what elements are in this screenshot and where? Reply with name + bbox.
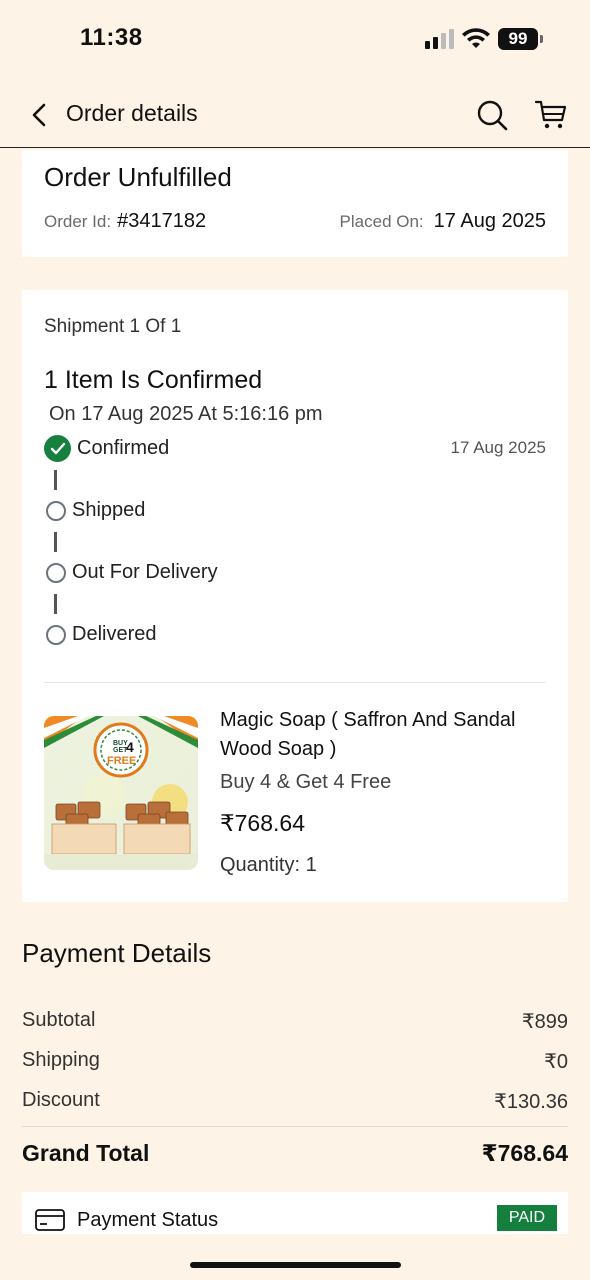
payment-status-label: Payment Status [77, 1209, 219, 1231]
order-id: Order Id: #3417182 [44, 210, 206, 233]
order-summary-card: Order Unfulfilled Order Id: #3417182 Pla… [22, 150, 568, 257]
cellular-signal-icon [425, 29, 454, 49]
divider [22, 1126, 568, 1127]
status-time: 11:38 [80, 24, 143, 51]
app-header: Order details [0, 84, 590, 148]
payment-row-subtotal: Subtotal ₹899 [22, 1009, 568, 1034]
step-label: Shipped [72, 499, 146, 521]
grand-total-label: Grand Total [22, 1140, 150, 1166]
badge-free: FREE [107, 755, 136, 767]
product-quantity: Quantity: 1 [220, 854, 317, 876]
empty-circle-icon [46, 562, 66, 583]
step-confirmed: Confirmed [44, 435, 169, 462]
grand-total-value: ₹768.64 [481, 1140, 568, 1166]
product-image[interactable]: BUY GET 4 FREE [44, 716, 198, 870]
payment-row-value: ₹130.36 [494, 1091, 568, 1113]
step-label: Out For Delivery [72, 561, 218, 583]
empty-circle-icon [46, 500, 66, 521]
search-icon[interactable] [476, 99, 508, 131]
shipment-card: Shipment 1 Of 1 1 Item Is Confirmed On 1… [22, 290, 568, 902]
payment-row-discount: Discount ₹130.36 [22, 1089, 568, 1114]
step-label: Delivered [72, 623, 157, 645]
credit-card-icon [35, 1209, 65, 1231]
product-price: ₹768.64 [220, 810, 305, 836]
payment-row-value: ₹899 [521, 1011, 568, 1033]
payment-details-title: Payment Details [22, 938, 212, 968]
payment-row-label: Discount [22, 1089, 100, 1111]
timeline-connector [54, 594, 57, 614]
divider [44, 682, 546, 683]
placed-on: Placed On: 17 Aug 2025 [340, 210, 546, 233]
grand-total-row: Grand Total ₹768.64 [22, 1140, 568, 1167]
step-shipped: Shipped [46, 499, 145, 522]
timeline-connector [54, 532, 57, 552]
step-label: Confirmed [77, 437, 170, 459]
check-circle-icon [44, 435, 71, 462]
badge-number: 4 [126, 739, 134, 755]
payment-row-value: ₹0 [544, 1051, 568, 1073]
status-indicators: 99 [425, 28, 543, 50]
placed-on-label: Placed On: [339, 212, 424, 231]
order-id-label: Order Id: [44, 212, 112, 231]
cart-icon[interactable] [534, 98, 568, 132]
payment-row-label: Shipping [22, 1049, 100, 1071]
page-title: Order details [66, 100, 198, 126]
payment-row-shipping: Shipping ₹0 [22, 1049, 568, 1074]
shipment-timestamp: On 17 Aug 2025 At 5:16:16 pm [49, 403, 323, 425]
paid-status-badge: PAID [496, 1205, 557, 1231]
shipment-count: Shipment 1 Of 1 [44, 316, 182, 337]
placed-on-value: 17 Aug 2025 [433, 210, 546, 232]
battery-icon: 99 [498, 28, 543, 50]
step-delivered: Delivered [46, 623, 156, 646]
empty-circle-icon [46, 624, 66, 645]
step-date: 17 Aug 2025 [450, 438, 546, 457]
order-id-value: #3417182 [117, 210, 207, 232]
home-indicator[interactable] [190, 1262, 401, 1268]
wifi-icon [462, 28, 490, 48]
order-status-title: Order Unfulfilled [44, 162, 232, 192]
payment-row-label: Subtotal [22, 1009, 96, 1031]
step-out-for-delivery: Out For Delivery [46, 561, 218, 584]
back-arrow-icon[interactable] [28, 102, 52, 128]
product-variant: Buy 4 & Get 4 Free [220, 771, 392, 793]
shipment-headline: 1 Item Is Confirmed [44, 366, 263, 394]
product-name[interactable]: Magic Soap ( Saffron And Sandal Wood Soa… [220, 706, 550, 764]
payment-status-card: Payment Status PAID [22, 1192, 568, 1234]
timeline-connector [54, 470, 57, 490]
